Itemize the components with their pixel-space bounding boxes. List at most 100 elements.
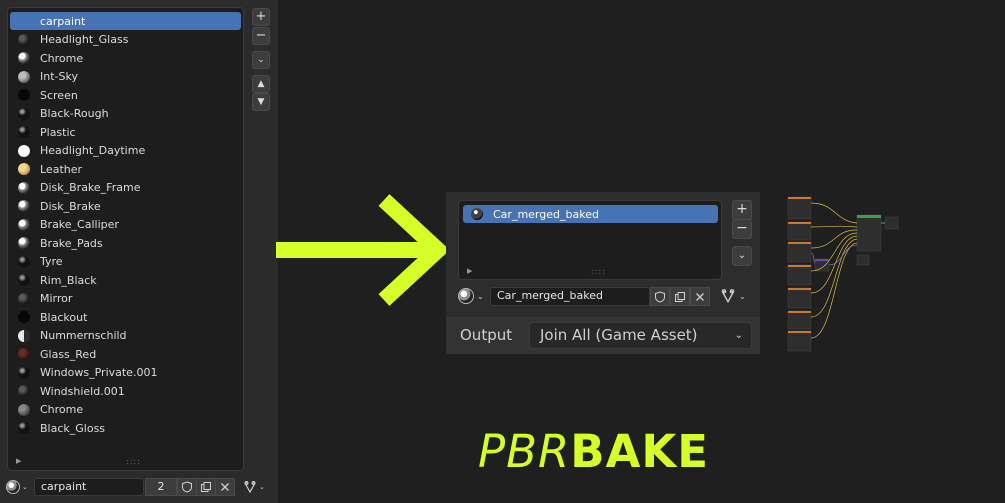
- add-slot-button[interactable]: +: [252, 8, 270, 26]
- list-item[interactable]: Rim_Black: [10, 271, 241, 289]
- slot-specials-menu-button[interactable]: ⌄: [732, 246, 752, 266]
- material-sphere-icon: [18, 385, 30, 397]
- browse-material-button[interactable]: ⌄: [6, 478, 32, 496]
- chevron-down-icon: ⌄: [734, 330, 743, 341]
- list-item[interactable]: Blackout: [10, 308, 241, 326]
- node-link-icon: [244, 481, 256, 494]
- user-count-field[interactable]: 2: [145, 478, 177, 496]
- list-item[interactable]: Plastic: [10, 123, 241, 141]
- material-sphere-icon: [18, 200, 30, 212]
- material-sphere-icon: [6, 480, 20, 494]
- material-name-field[interactable]: Car_merged_baked: [490, 287, 650, 306]
- list-item-label: Disk_Brake_Frame: [40, 181, 141, 194]
- expand-icon[interactable]: ▶: [467, 267, 472, 275]
- list-item[interactable]: carpaint: [10, 12, 241, 30]
- list-item[interactable]: Nummernschild: [10, 327, 241, 345]
- arrow-right-icon: [276, 194, 448, 306]
- list-item[interactable]: Mirror: [10, 290, 241, 308]
- list-item[interactable]: Brake_Calliper: [10, 216, 241, 234]
- material-sphere-icon: [18, 292, 30, 305]
- pbr-bake-logo: PBRBAKE: [478, 425, 709, 478]
- material-sphere-icon: [18, 403, 30, 416]
- list-item[interactable]: Leather: [10, 160, 241, 178]
- list-item[interactable]: Car_merged_baked: [463, 205, 718, 223]
- unlink-material-button[interactable]: [690, 287, 710, 306]
- unlink-material-button[interactable]: [215, 478, 235, 496]
- list-item[interactable]: Chrome: [10, 401, 241, 419]
- list-item-label: Int-Sky: [40, 70, 78, 83]
- link-type-selector[interactable]: ⌄: [243, 478, 273, 496]
- list-item-label: Blackout: [40, 310, 88, 324]
- list-item-label: Leather: [40, 162, 83, 176]
- move-slot-up-button[interactable]: ▲: [252, 75, 270, 93]
- baked-material-panel: Car_merged_baked ▶ :::: + − ⌄ ⌄ Car_merg…: [446, 192, 760, 354]
- material-list[interactable]: carpaint Headlight_Glass Chrome Int-Sky Scre…: [7, 7, 244, 471]
- material-sphere-icon: [18, 274, 30, 286]
- material-datablock-row: ⌄ carpaint 2 ⌄: [0, 476, 278, 498]
- output-label: Output: [460, 326, 513, 344]
- logo-bold-text: BAKE: [570, 425, 710, 478]
- link-type-selector[interactable]: ⌄: [720, 286, 754, 306]
- duplicate-material-button[interactable]: [670, 287, 690, 306]
- chevron-down-icon: ⌄: [259, 483, 265, 491]
- list-item[interactable]: Tyre: [10, 253, 241, 271]
- list-item-label: Chrome: [40, 403, 84, 416]
- material-sphere-icon: [18, 163, 30, 175]
- material-sphere-icon: [18, 89, 30, 101]
- material-sphere-icon: [18, 422, 30, 434]
- list-resize-grip[interactable]: ::::: [126, 457, 141, 466]
- material-sphere-icon: [18, 181, 30, 194]
- material-sphere-icon: [458, 288, 474, 304]
- output-dropdown[interactable]: Join All (Game Asset) ⌄: [529, 322, 752, 349]
- list-item[interactable]: Windows_Private.001: [10, 364, 241, 382]
- list-item[interactable]: Brake_Pads: [10, 234, 241, 252]
- list-item-label: Black_Gloss: [40, 421, 106, 435]
- remove-slot-button[interactable]: −: [732, 219, 752, 239]
- list-item[interactable]: Black_Gloss: [10, 419, 241, 437]
- close-icon: [696, 292, 704, 301]
- duplicate-material-button[interactable]: [196, 478, 216, 496]
- list-item[interactable]: Headlight_Glass: [10, 31, 241, 49]
- browse-material-button[interactable]: ⌄: [458, 287, 488, 305]
- move-slot-down-button[interactable]: ▼: [252, 93, 270, 111]
- list-item[interactable]: Glass_Red: [10, 345, 241, 363]
- fake-user-button[interactable]: [650, 287, 670, 306]
- list-item-label: carpaint: [40, 14, 86, 28]
- fake-user-button[interactable]: [177, 478, 197, 496]
- remove-slot-button[interactable]: −: [252, 27, 270, 45]
- list-item[interactable]: Int-Sky: [10, 68, 241, 86]
- slot-specials-menu-button[interactable]: ⌄: [252, 51, 270, 69]
- list-item[interactable]: Disk_Brake: [10, 197, 241, 215]
- shield-icon: [655, 290, 665, 303]
- copy-icon: [675, 291, 685, 302]
- list-item[interactable]: Screen: [10, 86, 241, 104]
- list-item[interactable]: Headlight_Daytime: [10, 142, 241, 160]
- baked-material-list[interactable]: Car_merged_baked ▶ ::::: [458, 200, 722, 280]
- list-item[interactable]: Windshield.001: [10, 382, 241, 400]
- chevron-down-icon: ⌄: [739, 291, 746, 301]
- list-item[interactable]: Disk_Brake_Frame: [10, 179, 241, 197]
- material-name-field[interactable]: carpaint: [34, 478, 144, 496]
- chevron-down-icon: ⌄: [477, 291, 484, 301]
- list-item[interactable]: Black-Rough: [10, 105, 241, 123]
- material-slots-panel: carpaint Headlight_Glass Chrome Int-Sky Scre…: [0, 0, 278, 503]
- material-sphere-icon: [471, 208, 483, 220]
- chevron-down-icon: ⌄: [22, 483, 28, 491]
- list-item-label: Windows_Private.001: [40, 366, 158, 379]
- material-sphere-icon: [18, 126, 30, 138]
- shield-icon: [182, 481, 192, 493]
- material-sphere-icon: [18, 144, 30, 157]
- list-item-label: Windshield.001: [40, 384, 125, 398]
- add-slot-button[interactable]: +: [732, 200, 752, 220]
- expand-icon[interactable]: ▶: [16, 457, 21, 465]
- list-item-label: Tyre: [40, 255, 63, 268]
- material-sphere-icon: [18, 311, 30, 323]
- list-item-label: Glass_Red: [40, 347, 97, 361]
- material-sphere-icon: [18, 366, 30, 379]
- list-item[interactable]: Chrome: [10, 49, 241, 67]
- list-resize-grip[interactable]: ::::: [591, 267, 606, 276]
- list-item-label: Rim_Black: [40, 273, 97, 287]
- material-sphere-icon: [18, 33, 30, 46]
- material-sphere-icon: [18, 218, 30, 231]
- material-sphere-icon: [18, 329, 30, 342]
